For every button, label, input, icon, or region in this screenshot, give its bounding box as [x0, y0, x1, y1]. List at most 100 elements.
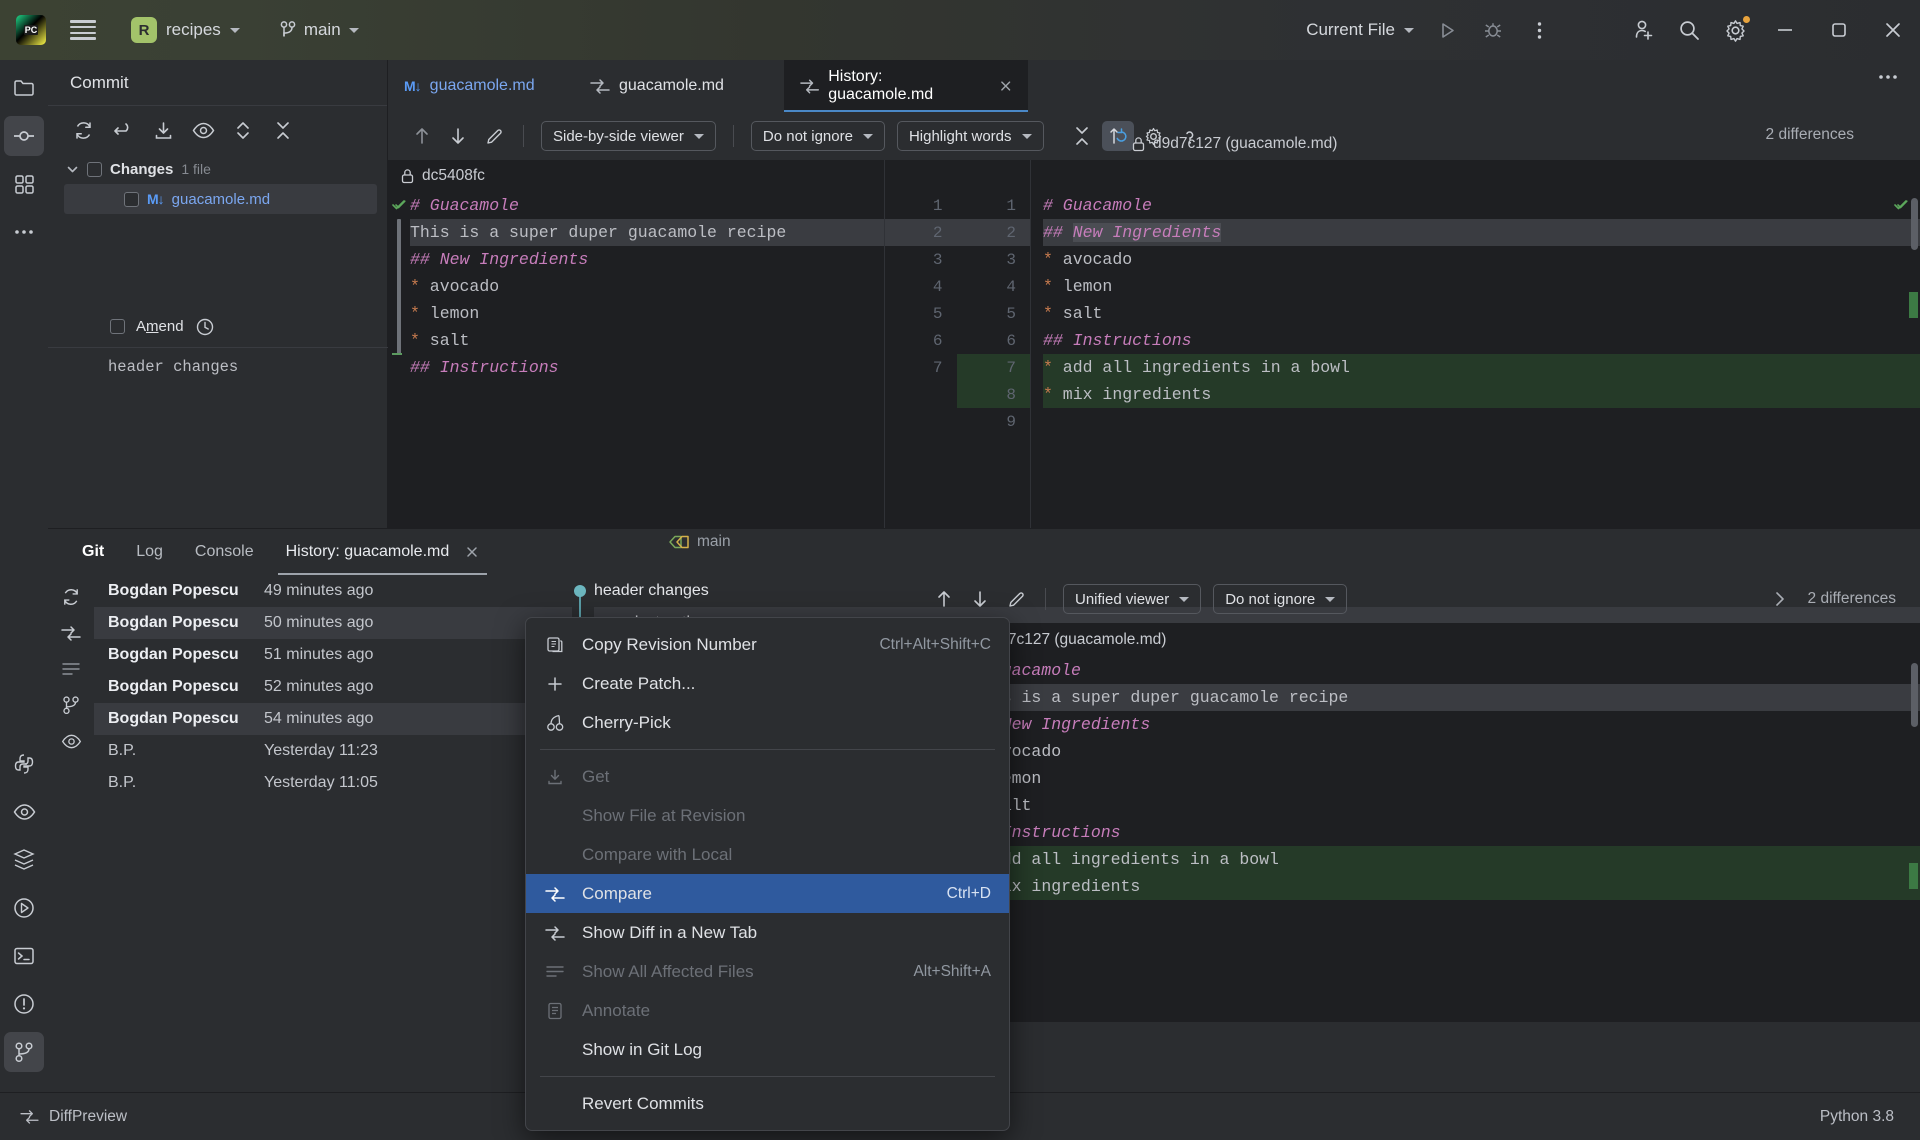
run-configuration-selector[interactable]: Current File [1296, 15, 1424, 45]
close-icon[interactable] [465, 545, 479, 559]
interpreter-label[interactable]: Python 3.8 [1820, 1108, 1894, 1126]
changed-file-row[interactable]: M↓ guacamole.md [64, 184, 377, 214]
project-tool-icon[interactable] [4, 68, 44, 108]
refresh-icon[interactable] [54, 581, 88, 613]
edit-source-icon[interactable] [478, 121, 510, 151]
tab-history-guacamole[interactable]: History: guacamole.md [270, 529, 496, 575]
menu-item: Annotate [526, 991, 1009, 1030]
detail-viewer-mode-dropdown[interactable]: Unified viewer [1063, 584, 1202, 614]
preview-icon[interactable] [54, 725, 88, 757]
collapse-unchanged-icon[interactable] [1066, 121, 1098, 151]
line-number: 5 [1006, 304, 1016, 323]
diff-differences-count: 2 differences [1765, 126, 1854, 143]
menu-item-label: Cherry-Pick [582, 712, 671, 732]
search-icon[interactable] [1666, 7, 1712, 53]
editor-tab-markdown[interactable]: M↓ guacamole.md [388, 60, 574, 112]
history-clock-icon[interactable] [195, 317, 215, 337]
menu-item[interactable]: Copy Revision Number Ctrl+Alt+Shift+C [526, 625, 1009, 664]
terminal-icon[interactable] [4, 936, 44, 976]
previous-difference-icon[interactable] [406, 121, 438, 151]
show-diff-icon[interactable] [54, 617, 88, 649]
diff-left-code[interactable]: # Guacamole This is a super duper guacamo… [388, 192, 884, 528]
editor-tab-diff[interactable]: guacamole.md [574, 60, 784, 112]
branches-icon[interactable] [54, 689, 88, 721]
git-tool-icon[interactable] [4, 1032, 44, 1072]
menu-item[interactable]: Cherry-Pick [526, 703, 1009, 742]
expand-collapse-icon[interactable] [226, 114, 260, 146]
update-icon[interactable] [146, 114, 180, 146]
status-left[interactable]: DiffPreview [20, 1108, 127, 1126]
menu-item[interactable]: Compare Ctrl+D [526, 874, 1009, 913]
run-icon[interactable] [1424, 7, 1470, 53]
commit-tool-icon[interactable] [4, 116, 44, 156]
refresh-icon[interactable] [66, 114, 100, 146]
menu-item[interactable]: Show in Git Log [526, 1030, 1009, 1069]
python-packages-icon[interactable] [4, 744, 44, 784]
tab-log[interactable]: Log [120, 529, 179, 575]
table-row[interactable]: Bogdan Popescu 52 minutes ago [94, 671, 572, 703]
settings-icon[interactable] [1712, 7, 1758, 53]
preview-eye-icon[interactable] [4, 792, 44, 832]
menu-item-shortcut: Alt+Shift+A [913, 962, 991, 980]
structure-tool-icon[interactable] [4, 164, 44, 204]
close-icon[interactable] [999, 79, 1012, 93]
run-tool-icon[interactable] [4, 888, 44, 928]
hamburger-menu-icon[interactable] [70, 20, 96, 40]
git-commit-list[interactable]: Bogdan Popescu 49 minutes ago Bogdan Popes… [94, 575, 572, 1022]
preview-diff-icon[interactable] [186, 114, 220, 146]
compare-icon [544, 886, 566, 902]
menu-item[interactable]: Create Patch... [526, 664, 1009, 703]
viewer-mode-label: Side-by-side viewer [553, 127, 684, 145]
close-icon[interactable] [1866, 0, 1920, 60]
table-row[interactable]: Bogdan Popescu 49 minutes ago [94, 575, 572, 607]
project-selector[interactable]: R recipes [124, 14, 247, 46]
menu-item[interactable]: Revert Commits [526, 1084, 1009, 1123]
editor-tab-more-icon[interactable] [1878, 74, 1898, 80]
amend-checkbox[interactable] [110, 319, 125, 334]
changes-group-row[interactable]: Changes 1 file [48, 154, 387, 184]
add-collaborator-icon[interactable] [1620, 7, 1666, 53]
minimize-icon[interactable] [1758, 0, 1812, 60]
table-row[interactable]: Bogdan Popescu 50 minutes ago [94, 607, 572, 639]
code-line-text: * add all ingredients in a bowl [1043, 358, 1350, 377]
diff-right-code[interactable]: # Guacamole ## New Ingredients * avocado * … [1031, 192, 1920, 528]
maximize-icon[interactable] [1812, 0, 1866, 60]
branch-selector[interactable]: main [273, 17, 366, 43]
detail-diff-pane[interactable]: d9d7c127 (guacamole.md) # Guacamole This … [972, 623, 1920, 1022]
database-icon[interactable] [4, 840, 44, 880]
collapse-all-icon[interactable] [266, 114, 300, 146]
changes-checkbox[interactable] [87, 161, 102, 177]
editor-tab-history[interactable]: History: guacamole.md [784, 60, 1028, 112]
table-row[interactable]: B.P. Yesterday 11:05 [94, 767, 572, 799]
diff-overview-added-marker [1909, 292, 1918, 318]
tab-console[interactable]: Console [179, 529, 270, 575]
menu-item: Get [526, 757, 1009, 796]
detail-ignore-mode-dropdown[interactable]: Do not ignore [1213, 584, 1348, 614]
table-row[interactable]: Bogdan Popescu 54 minutes ago [94, 703, 572, 735]
problems-icon[interactable] [4, 984, 44, 1024]
debug-icon[interactable] [1470, 7, 1516, 53]
menu-item: Compare with Local [526, 835, 1009, 874]
menu-item[interactable]: Show Diff in a New Tab [526, 913, 1009, 952]
tab-git[interactable]: Git [66, 529, 120, 575]
commit-context-menu[interactable]: Copy Revision Number Ctrl+Alt+Shift+C Crea… [525, 617, 1010, 1131]
edit-source-icon[interactable] [1000, 584, 1032, 614]
commit-message-input[interactable]: header changes [96, 348, 388, 440]
next-difference-icon[interactable] [442, 121, 474, 151]
more-actions-icon[interactable] [1516, 7, 1562, 53]
diff-scrollbar[interactable] [1911, 198, 1918, 250]
git-log-rail [48, 575, 94, 1022]
show-all-affected-icon[interactable] [54, 653, 88, 685]
ignore-mode-dropdown[interactable]: Do not ignore [750, 121, 885, 151]
highlight-mode-dropdown[interactable]: Highlight words [896, 121, 1044, 151]
file-checkbox[interactable] [124, 191, 139, 207]
viewer-mode-dropdown[interactable]: Side-by-side viewer [541, 121, 716, 151]
more-tool-windows-icon[interactable] [4, 212, 44, 252]
rollback-icon[interactable] [106, 114, 140, 146]
table-row[interactable]: B.P. Yesterday 11:23 [94, 735, 572, 767]
next-difference-icon[interactable] [964, 584, 996, 614]
expand-icon[interactable] [1764, 584, 1796, 614]
detail-diff-scrollbar[interactable] [1911, 663, 1918, 727]
table-row[interactable]: Bogdan Popescu 51 minutes ago [94, 639, 572, 671]
previous-difference-icon[interactable] [928, 584, 960, 614]
